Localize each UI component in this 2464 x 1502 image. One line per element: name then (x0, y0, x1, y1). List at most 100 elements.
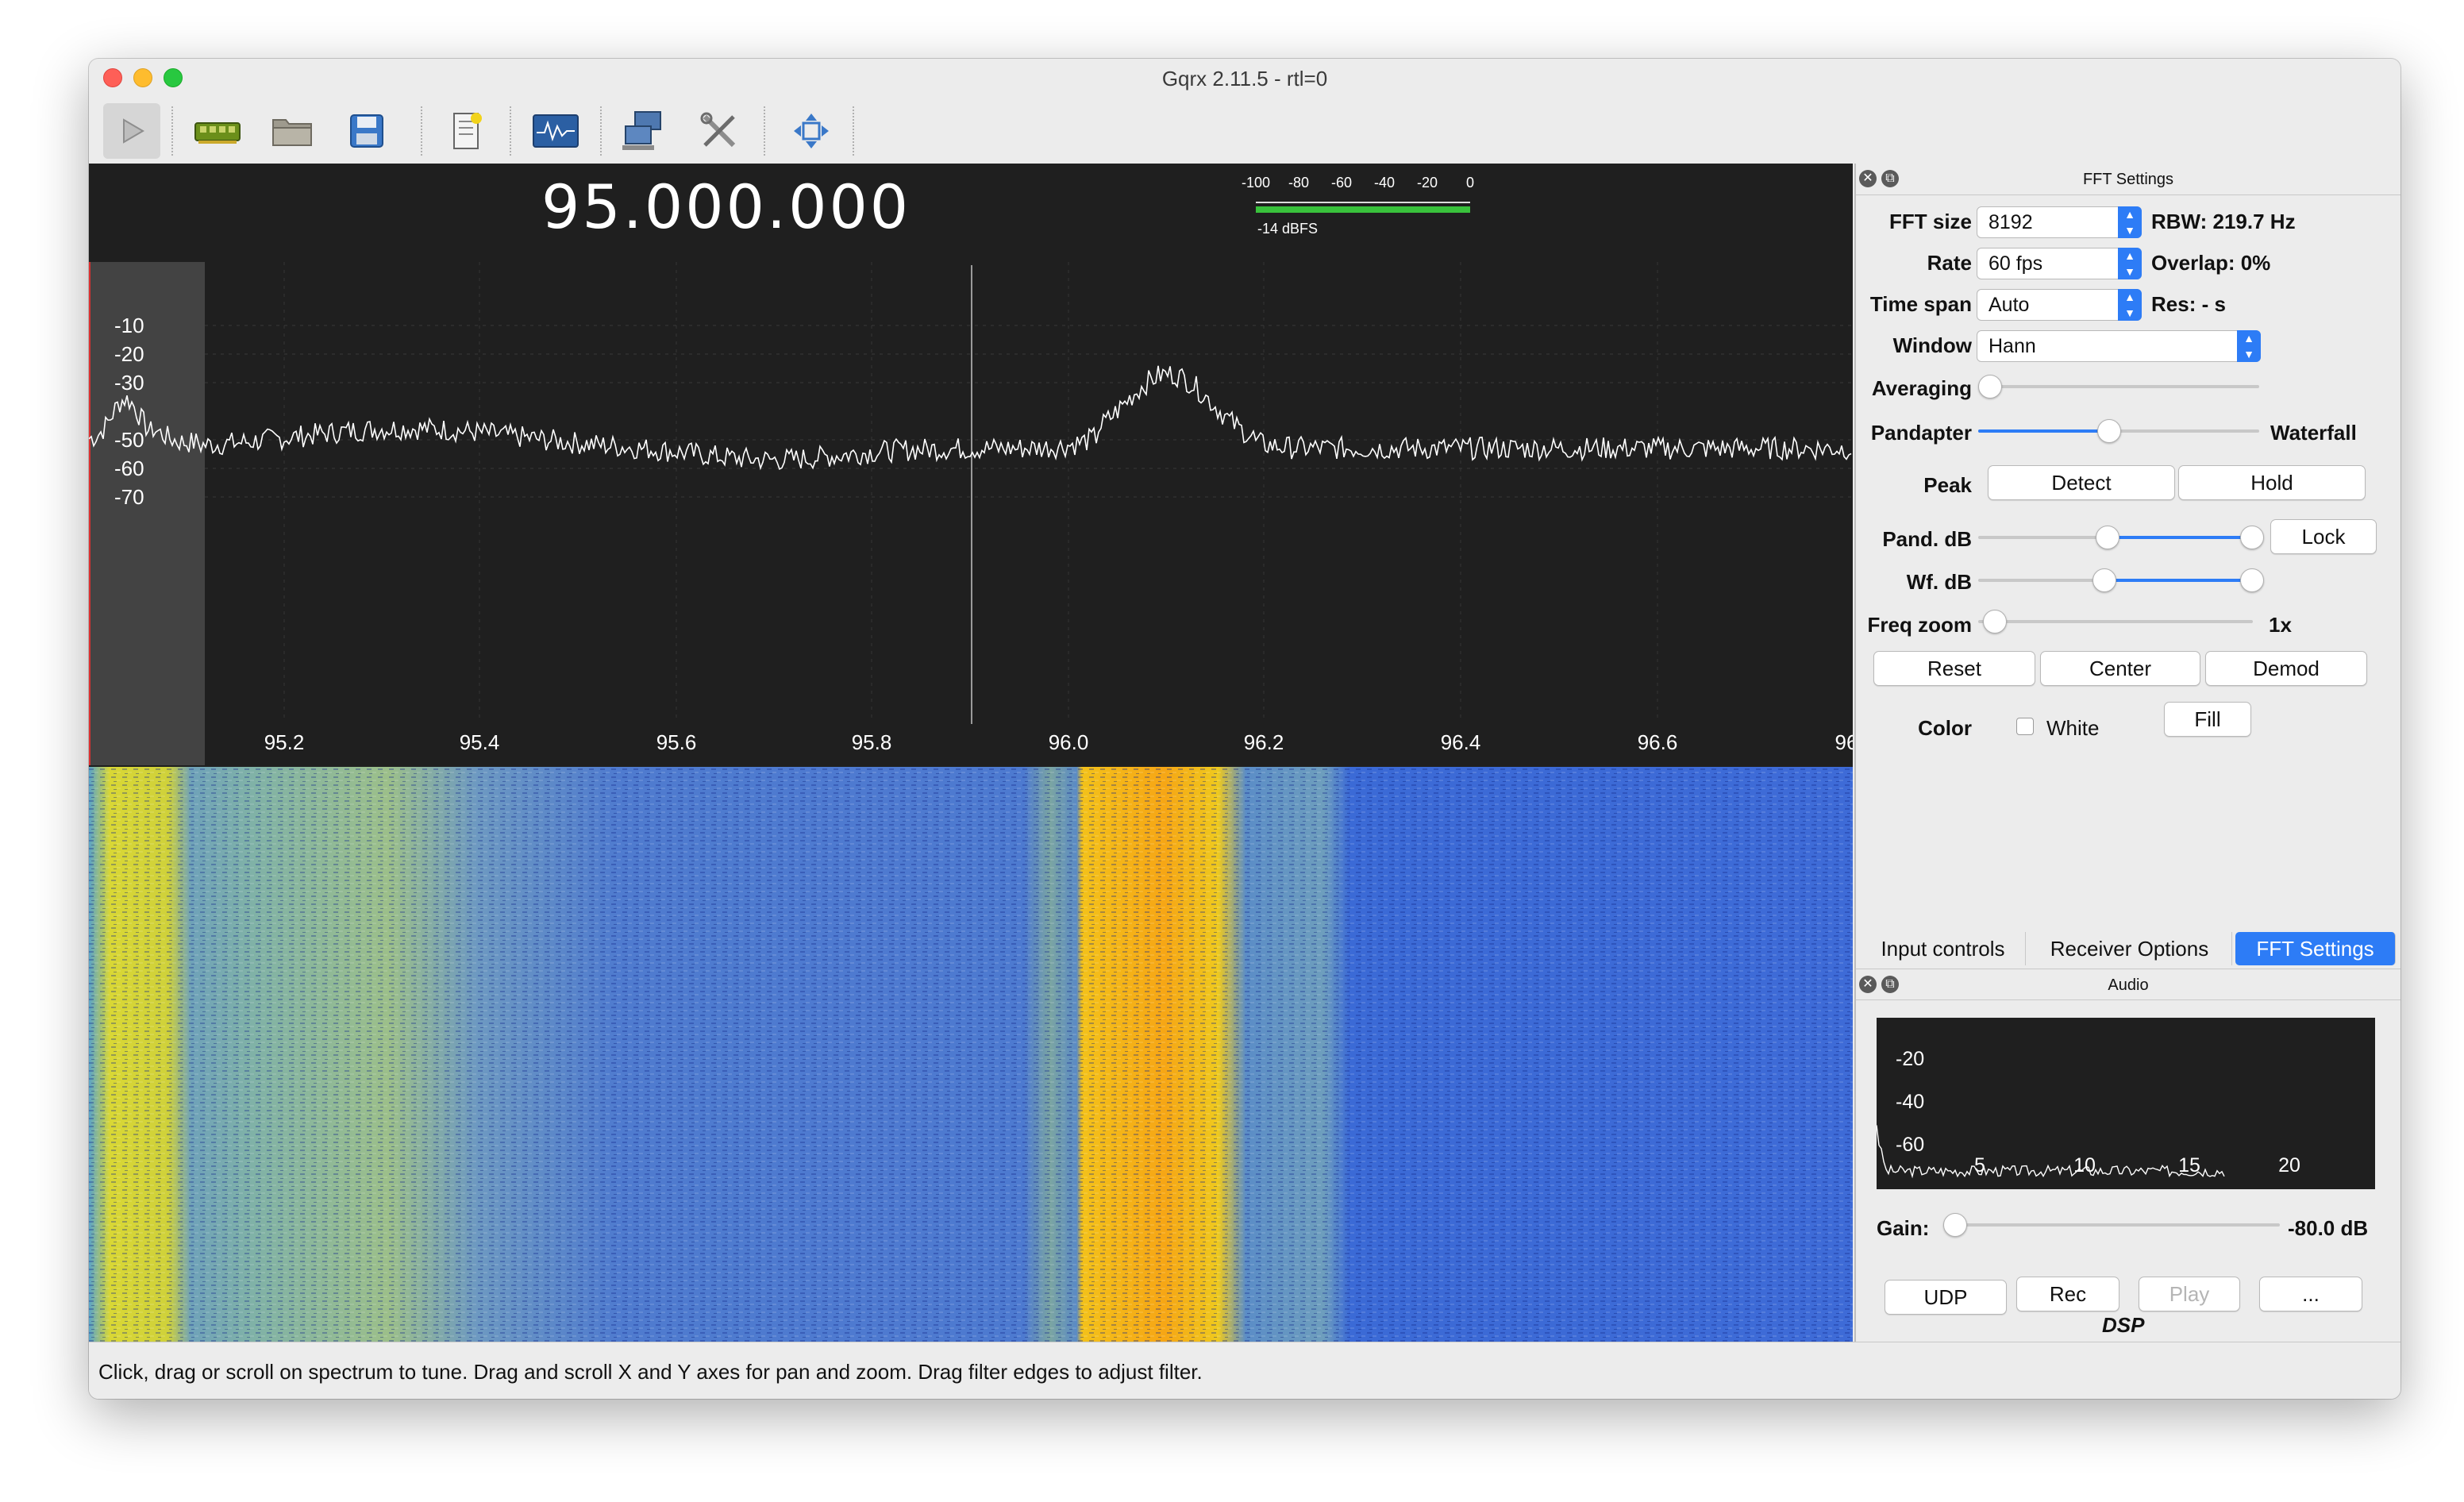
spectrum-x-label: 96 (1835, 730, 1853, 754)
waveform-button[interactable] (527, 103, 584, 159)
gain-value: -80.0 dB (2288, 1216, 2369, 1240)
res-value: Res: - s (2151, 292, 2226, 316)
window-select[interactable]: Hann ▲ ▼ (1977, 330, 2261, 362)
fullscreen-button[interactable] (783, 103, 840, 159)
zoom-window-button[interactable] (164, 68, 183, 87)
open-button[interactable] (264, 103, 321, 159)
save-button[interactable] (338, 103, 395, 159)
chevron-updown-icon: ▲ ▼ (2118, 248, 2142, 279)
window-label: Window (1892, 333, 1972, 357)
fullscreen-icon (794, 114, 829, 148)
tab-receiver-options[interactable]: Receiver Options (2027, 932, 2232, 965)
white-checkbox[interactable] (2016, 718, 2034, 735)
fft-size-select[interactable]: 8192 ▲ ▼ (1977, 206, 2142, 238)
meter-scale-label: -80 (1288, 175, 1310, 191)
waterfall-svg[interactable] (89, 767, 1853, 1354)
time-span-value: Auto (1989, 294, 2030, 316)
tab-input-controls[interactable]: Input controls (1861, 932, 2026, 965)
pandapter-label: Pandapter (1870, 421, 1972, 445)
peak-label: Peak (1923, 473, 1972, 497)
audio-fft-plot: -20 -40 -60 5 10 15 20 (1877, 1018, 2375, 1189)
play-audio-button[interactable]: Play (2139, 1277, 2240, 1311)
spectrum-y-label: -60 (114, 456, 144, 480)
bookmark-button[interactable] (438, 103, 495, 159)
wf-db-label: Wf. dB (1906, 570, 1972, 594)
fft-size-label: FFT size (1888, 210, 1972, 233)
chevron-updown-icon: ▲ ▼ (2237, 330, 2261, 362)
frequency-display[interactable]: 95.000.000 (541, 171, 911, 242)
averaging-slider[interactable] (1978, 375, 2259, 399)
fill-button[interactable]: Fill (2164, 702, 2251, 737)
spectrum-plot[interactable]: -10 -20 -30 -50 -60 -70 95.2 95.4 95.6 95.8 96.0 96… (89, 262, 1853, 765)
audio-title: Audio (2108, 976, 2149, 994)
white-label: White (2046, 716, 2100, 740)
signal-meter: -100 -80 -60 -40 -20 0 -14 dBFS (1242, 175, 1565, 246)
window-title: Gqrx 2.11.5 - rtl=0 (1161, 67, 1328, 91)
float-dock-icon[interactable]: ⧉ (1881, 976, 1899, 993)
waveform-icon (533, 114, 579, 148)
freq-zoom-value: 1x (2269, 613, 2292, 637)
rate-select[interactable]: 60 fps ▲ ▼ (1977, 248, 2142, 279)
lock-button[interactable]: Lock (2270, 519, 2377, 554)
filter-edge (89, 262, 90, 765)
right-dock: ✕ ⧉ FFT Settings FFT size 8192 ▲ ▼ RBW: 21… (1854, 164, 2400, 1342)
time-span-label: Time span (1869, 292, 1972, 316)
spectrum-x-label: 96.2 (1244, 730, 1284, 754)
spectrum-y-label: -50 (114, 428, 144, 452)
center-button[interactable]: Center (2040, 651, 2200, 686)
pand-db-range-slider[interactable] (1978, 526, 2264, 549)
tab-fft-settings[interactable]: FFT Settings (2235, 932, 2396, 965)
meter-ticks (1256, 192, 1470, 203)
status-bar: Click, drag or scroll on spectrum to tun… (89, 1342, 2400, 1399)
open-folder-icon (272, 119, 312, 146)
udp-button[interactable]: UDP (1885, 1280, 2007, 1315)
play-button[interactable] (103, 103, 160, 159)
hold-button[interactable]: Hold (2178, 465, 2366, 500)
spectrum-x-label: 95.2 (264, 730, 305, 754)
reset-button[interactable]: Reset (1873, 651, 2035, 686)
close-dock-icon[interactable]: ✕ (1859, 170, 1877, 187)
status-text: Click, drag or scroll on spectrum to tun… (98, 1360, 1203, 1384)
time-span-select[interactable]: Auto ▲ ▼ (1977, 289, 2142, 321)
more-button[interactable]: ... (2259, 1277, 2362, 1311)
waterfall[interactable] (89, 767, 1853, 1354)
averaging-label: Averaging (1871, 376, 1972, 400)
color-label: Color (1918, 716, 1972, 740)
network-icon (622, 111, 661, 150)
float-dock-icon[interactable]: ⧉ (1881, 170, 1899, 187)
close-window-button[interactable] (103, 68, 122, 87)
chevron-updown-icon: ▲ ▼ (2118, 206, 2142, 238)
spectrum-x-label: 96.0 (1049, 730, 1089, 754)
tools-button[interactable] (691, 103, 748, 159)
meter-scale-label: -20 (1416, 175, 1438, 191)
spectrum-svg[interactable]: -10 -20 -30 -50 -60 -70 95.2 95.4 95.6 95.8 96.0 96… (89, 262, 1853, 765)
audio-trace (1877, 1125, 2225, 1179)
detect-button[interactable]: Detect (1988, 465, 2175, 500)
bookmark-icon (453, 113, 482, 149)
wf-db-range-slider[interactable] (1978, 568, 2264, 592)
meter-level-bar (1256, 206, 1470, 213)
pandapter-waterfall-slider[interactable] (1978, 419, 2259, 443)
dock-tabs: Input controls Receiver Options FFT Sett… (1856, 932, 2400, 965)
spectrum-x-label: 96.6 (1638, 730, 1678, 754)
dsp-label: DSP (2102, 1313, 2145, 1337)
freq-zoom-slider[interactable] (1978, 610, 2253, 634)
spectrum-x-label: 95.8 (852, 730, 892, 754)
play-icon (123, 118, 144, 144)
demod-button[interactable]: Demod (2205, 651, 2367, 686)
app-window: Gqrx 2.11.5 - rtl=0 95.000.000 -100 -80 … (89, 59, 2400, 1399)
device-button[interactable] (189, 103, 246, 159)
fft-size-value: 8192 (1989, 211, 2033, 233)
spectrum-view[interactable]: 95.000.000 -100 -80 -60 -40 -20 0 -14 dBFS -1… (89, 164, 1853, 1354)
meter-scale-label: -60 (1330, 175, 1353, 191)
rate-value: 60 fps (1989, 252, 2043, 275)
rec-button[interactable]: Rec (2016, 1277, 2119, 1311)
close-dock-icon[interactable]: ✕ (1859, 976, 1877, 993)
meter-scale: -100 -80 -60 -40 -20 0 (1242, 175, 1565, 192)
spectrum-x-label: 96.4 (1441, 730, 1481, 754)
minimize-window-button[interactable] (133, 68, 152, 87)
gain-slider[interactable] (1943, 1213, 2280, 1237)
network-button[interactable] (616, 103, 673, 159)
save-icon (350, 114, 383, 148)
spectrum-y-label: -20 (114, 342, 144, 366)
